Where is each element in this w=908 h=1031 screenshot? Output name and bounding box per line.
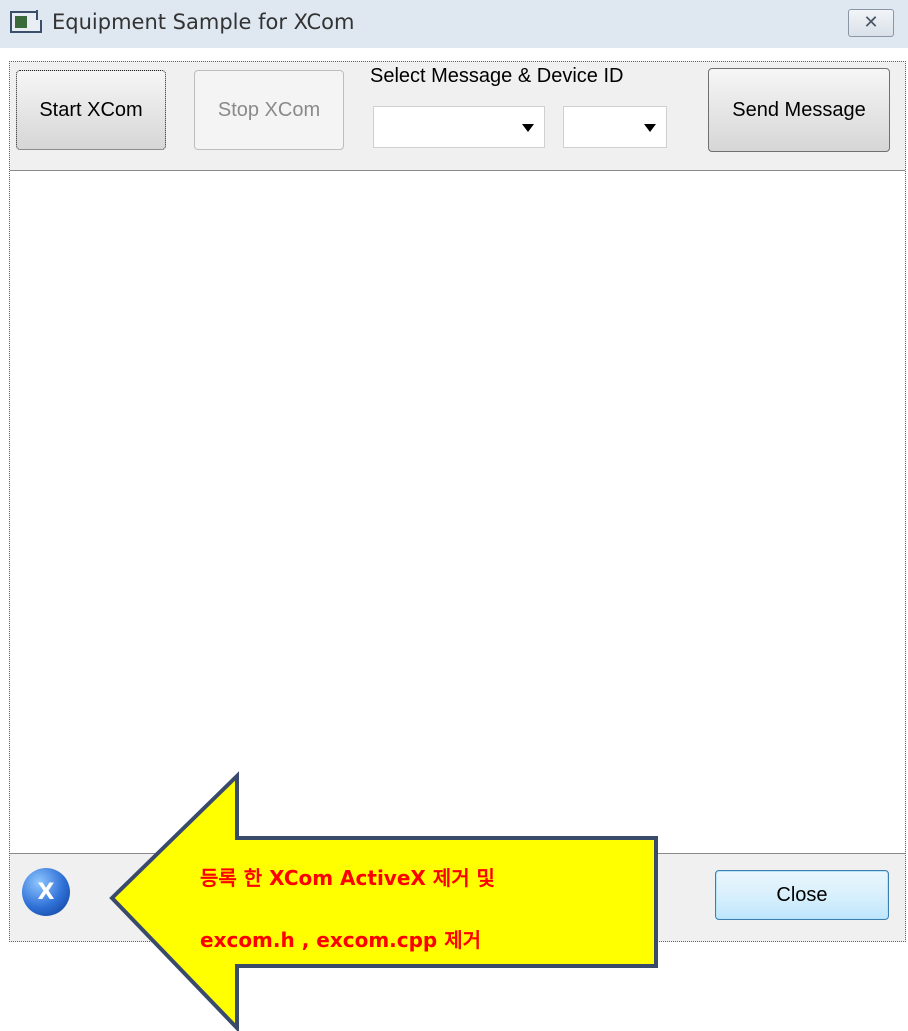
- callout-text-line-1: 등록 한 XCom ActiveX 제거 및: [200, 866, 495, 890]
- callout-text-line-2: excom.h , excom.cpp 제거: [200, 928, 482, 952]
- callout-arrow-shape: [109, 771, 658, 1031]
